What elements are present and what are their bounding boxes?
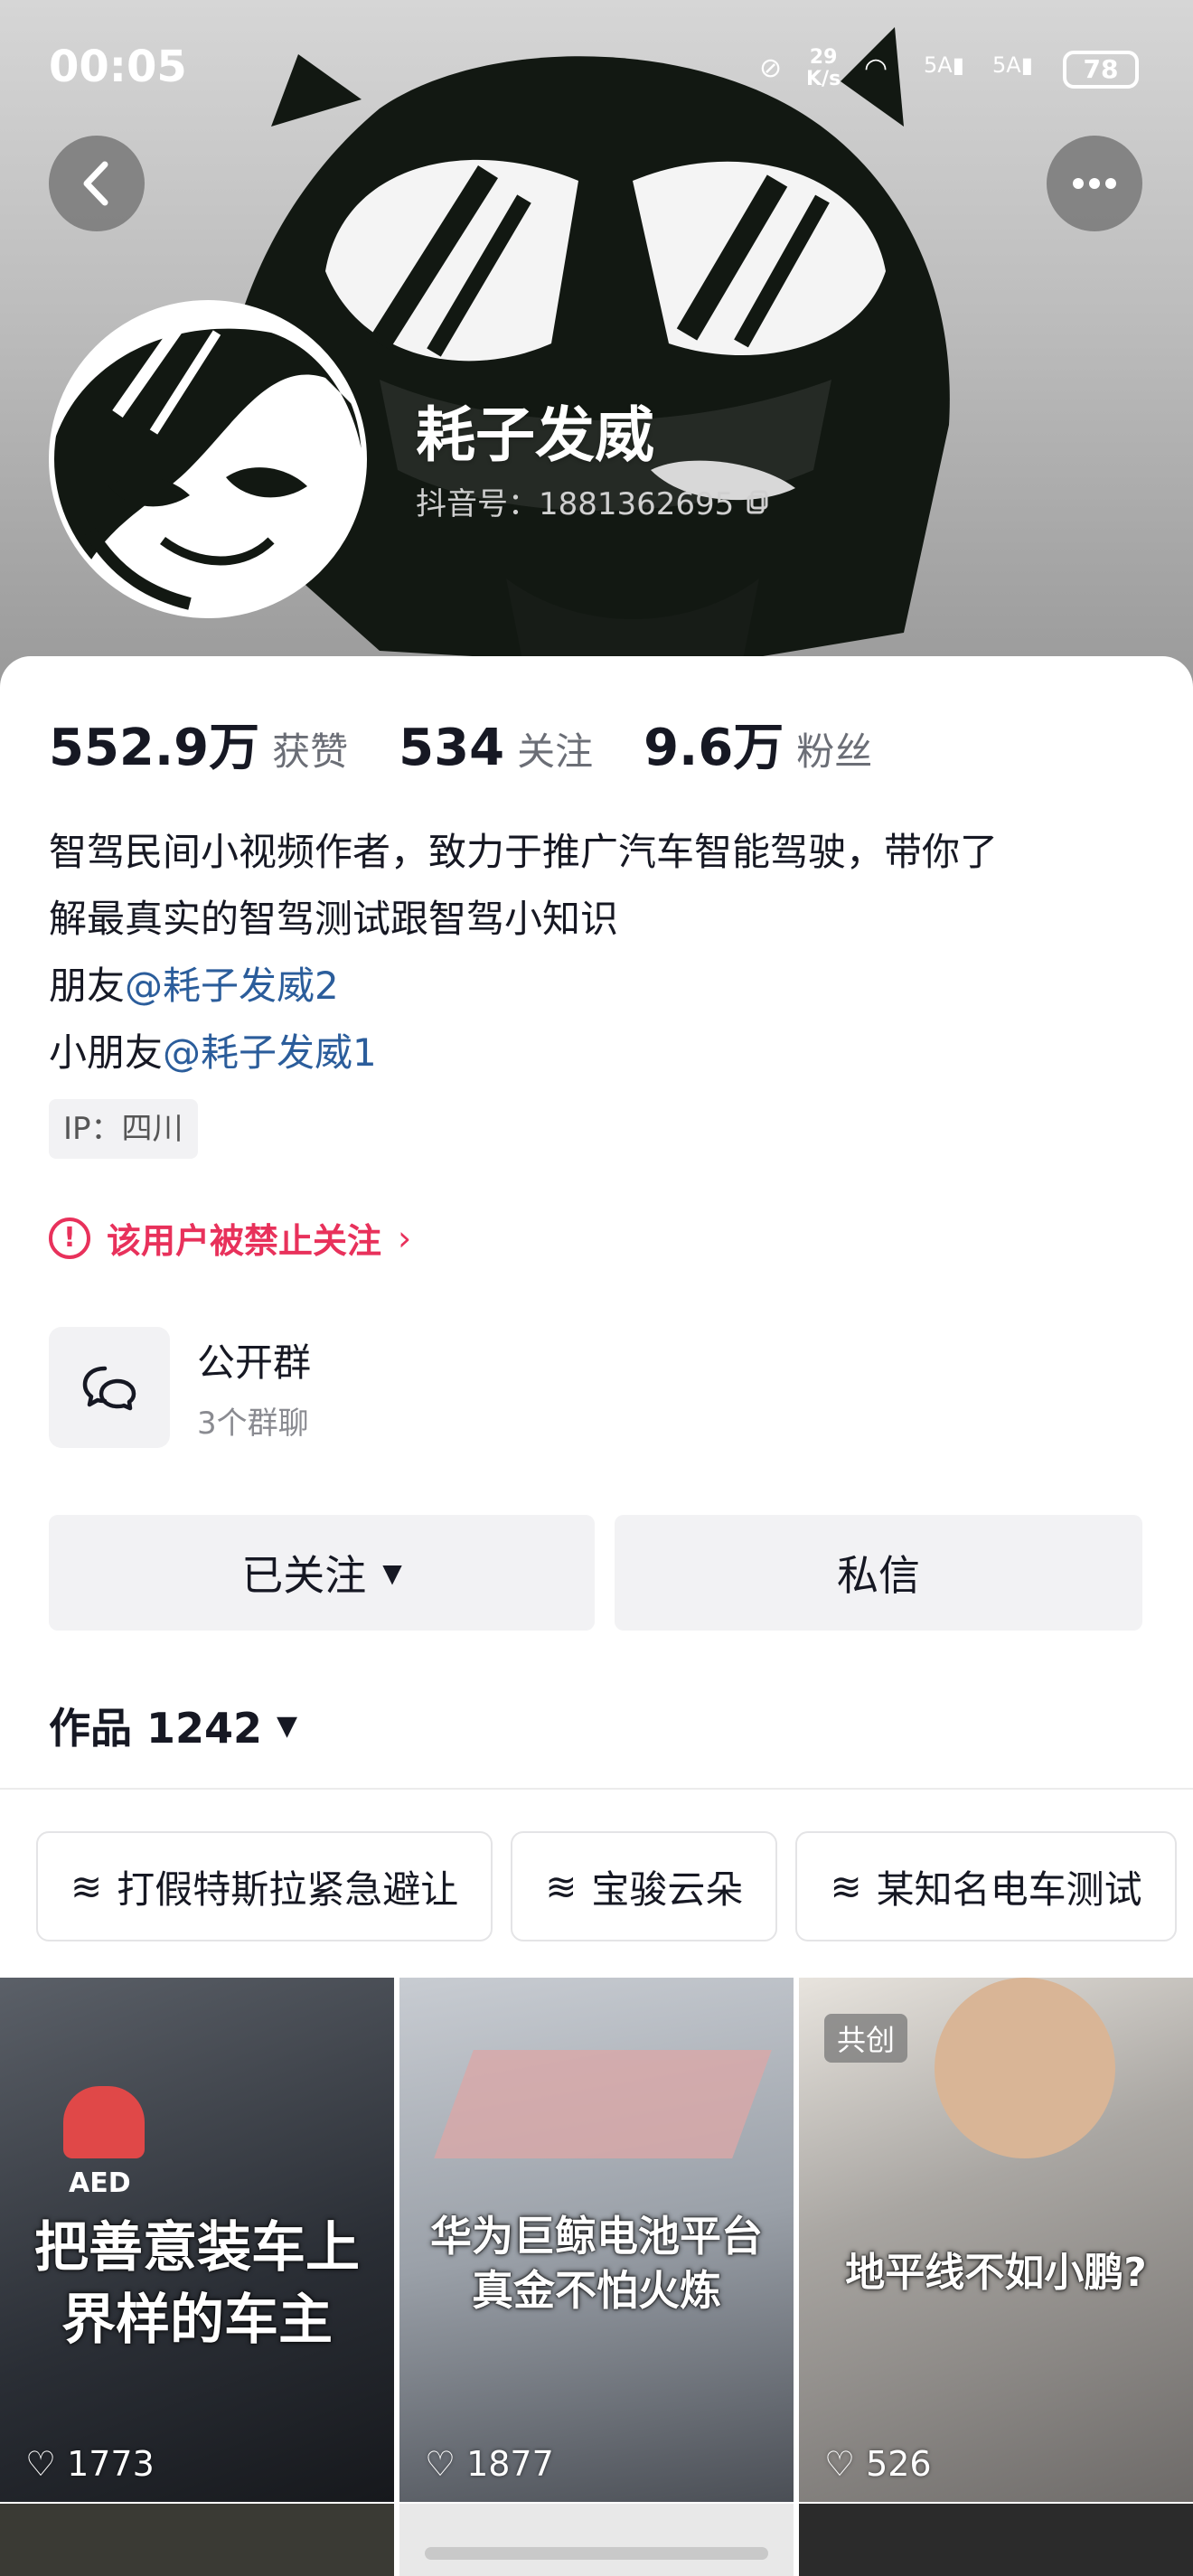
caret-down-icon: ▼ — [382, 1557, 402, 1588]
more-dots-icon — [1073, 178, 1116, 189]
video-thumbnail[interactable]: 共创 地平线不如小鹏? ♡ 526 — [799, 1978, 1193, 2502]
layers-icon: ≋ — [830, 1864, 862, 1909]
video-thumbnail[interactable] — [799, 2504, 1193, 2576]
video-title-line1: 华为巨鲸电池平台 — [430, 2212, 763, 2261]
video-title-line2: 真金不怕火炼 — [472, 2266, 721, 2315]
status-time: 00:05 — [49, 42, 187, 92]
group-subtitle: 3个群聊 — [197, 1406, 309, 1442]
heart-outline-icon: ♡ — [425, 2444, 456, 2484]
status-bar: 00:05 ⊘ 29 K/s ◠ 5A▮ 5A▮ 78 — [0, 0, 1193, 136]
video-thumbnail[interactable]: AED 把善意装车上 界样的车主 ♡ 1773 — [0, 1978, 394, 2502]
chevron-left-icon — [83, 161, 108, 206]
video-thumbnail[interactable] — [399, 2504, 794, 2576]
signal-icon-1: 5A▮ — [924, 52, 964, 78]
bio: 智驾民间小视频作者，致力于推广汽车智能驾驶，带你了 解最真实的智驾测试跟智驾小知… — [49, 819, 1151, 1086]
collections-row: ≋ 打假特斯拉紧急避让 ≋ 宝骏云朵 ≋ 某知名电车测试 — [36, 1831, 1177, 1941]
douyin-id: 抖音号：1881362695 — [416, 479, 772, 523]
mute-icon: ⊘ — [759, 52, 783, 84]
person-image — [935, 1978, 1115, 2158]
heart-badge-icon — [63, 2086, 145, 2158]
signal-icon-2: 5A▮ — [992, 52, 1033, 78]
battery-icon: 78 — [1063, 51, 1139, 89]
followed-button[interactable]: 已关注 ▼ — [49, 1515, 595, 1631]
profile-name: 耗子发威 — [416, 400, 654, 470]
home-indicator[interactable] — [425, 2547, 768, 2560]
banned-follow-notice[interactable]: ! 该用户被禁止关注 › — [49, 1213, 411, 1263]
bio-line-1: 智驾民间小视频作者，致力于推广汽车智能驾驶，带你了 — [49, 830, 999, 874]
video-title-line1: 地平线不如小鹏? — [845, 2250, 1147, 2296]
collection-chip[interactable]: ≋ 打假特斯拉紧急避让 — [36, 1831, 493, 1941]
layers-icon: ≋ — [545, 1864, 578, 1909]
stats-row: 552.9万 获赞 534 关注 9.6万 粉丝 — [49, 707, 923, 780]
video-grid-row-2 — [0, 2504, 1193, 2576]
copy-icon[interactable] — [745, 488, 772, 515]
video-grid: AED 把善意装车上 界样的车主 ♡ 1773 华为巨鲸电池平台 真金不怕火炼 ♡… — [0, 1978, 1193, 2502]
more-options-button[interactable] — [1047, 136, 1142, 231]
collection-chip[interactable]: ≋ 宝骏云朵 — [511, 1831, 778, 1941]
battery-pack-image — [434, 2050, 772, 2158]
bio-kid-line: 小朋友@耗子发威1 — [49, 1030, 377, 1075]
group-title: 公开群 — [197, 1340, 312, 1385]
caret-down-icon: ▼ — [277, 1709, 298, 1742]
back-button[interactable] — [49, 136, 145, 231]
heart-outline-icon: ♡ — [25, 2444, 57, 2484]
video-likes: ♡ 1773 — [25, 2444, 155, 2484]
message-button[interactable]: 私信 — [615, 1515, 1142, 1631]
bio-friend-line: 朋友@耗子发威2 — [49, 964, 339, 1008]
stat-followers[interactable]: 9.6万 粉丝 — [643, 707, 872, 780]
video-title-line2: 界样的车主 — [61, 2289, 333, 2352]
collection-chip[interactable]: ≋ 某知名电车测试 — [795, 1831, 1177, 1941]
bio-line-2: 解最真实的智驾测试跟智驾小知识 — [49, 897, 619, 941]
video-thumbnail[interactable]: 华为巨鲸电池平台 真金不怕火炼 ♡ 1877 — [399, 1978, 794, 2502]
layers-icon: ≋ — [70, 1864, 103, 1909]
video-thumbnail[interactable] — [0, 2504, 394, 2576]
aed-label: AED — [69, 2167, 131, 2199]
divider — [0, 1788, 1193, 1790]
video-likes: ♡ 526 — [824, 2444, 932, 2484]
avatar[interactable] — [49, 300, 367, 618]
kid-mention-link[interactable]: @耗子发威1 — [163, 1030, 377, 1075]
video-title-line1: 把善意装车上 — [34, 2216, 360, 2280]
chat-bubbles-icon — [49, 1327, 170, 1448]
banned-notice-text: 该用户被禁止关注 — [107, 1221, 382, 1261]
stat-likes[interactable]: 552.9万 获赞 — [49, 707, 348, 780]
profile-card: 552.9万 获赞 534 关注 9.6万 粉丝 智驾民间小视频作者，致力于推广… — [0, 656, 1193, 2576]
wifi-icon: ◠ — [864, 52, 888, 84]
video-likes: ♡ 1877 — [425, 2444, 554, 2484]
network-speed: 29 K/s — [806, 46, 841, 90]
friend-mention-link[interactable]: @耗子发威2 — [125, 964, 339, 1008]
ip-location-tag: IP：四川 — [49, 1099, 198, 1159]
stat-following[interactable]: 534 关注 — [399, 719, 593, 777]
public-group-entry[interactable]: 公开群 3个群聊 — [49, 1327, 311, 1448]
works-tab[interactable]: 作品 1242 ▼ — [49, 1696, 297, 1755]
avatar-cat-image — [54, 306, 362, 613]
douyin-id-text: 抖音号：1881362695 — [416, 486, 735, 522]
chevron-right-icon: › — [398, 1217, 412, 1258]
alert-icon: ! — [49, 1217, 90, 1259]
heart-outline-icon: ♡ — [824, 2444, 856, 2484]
cocreate-tag: 共创 — [824, 2014, 908, 2063]
